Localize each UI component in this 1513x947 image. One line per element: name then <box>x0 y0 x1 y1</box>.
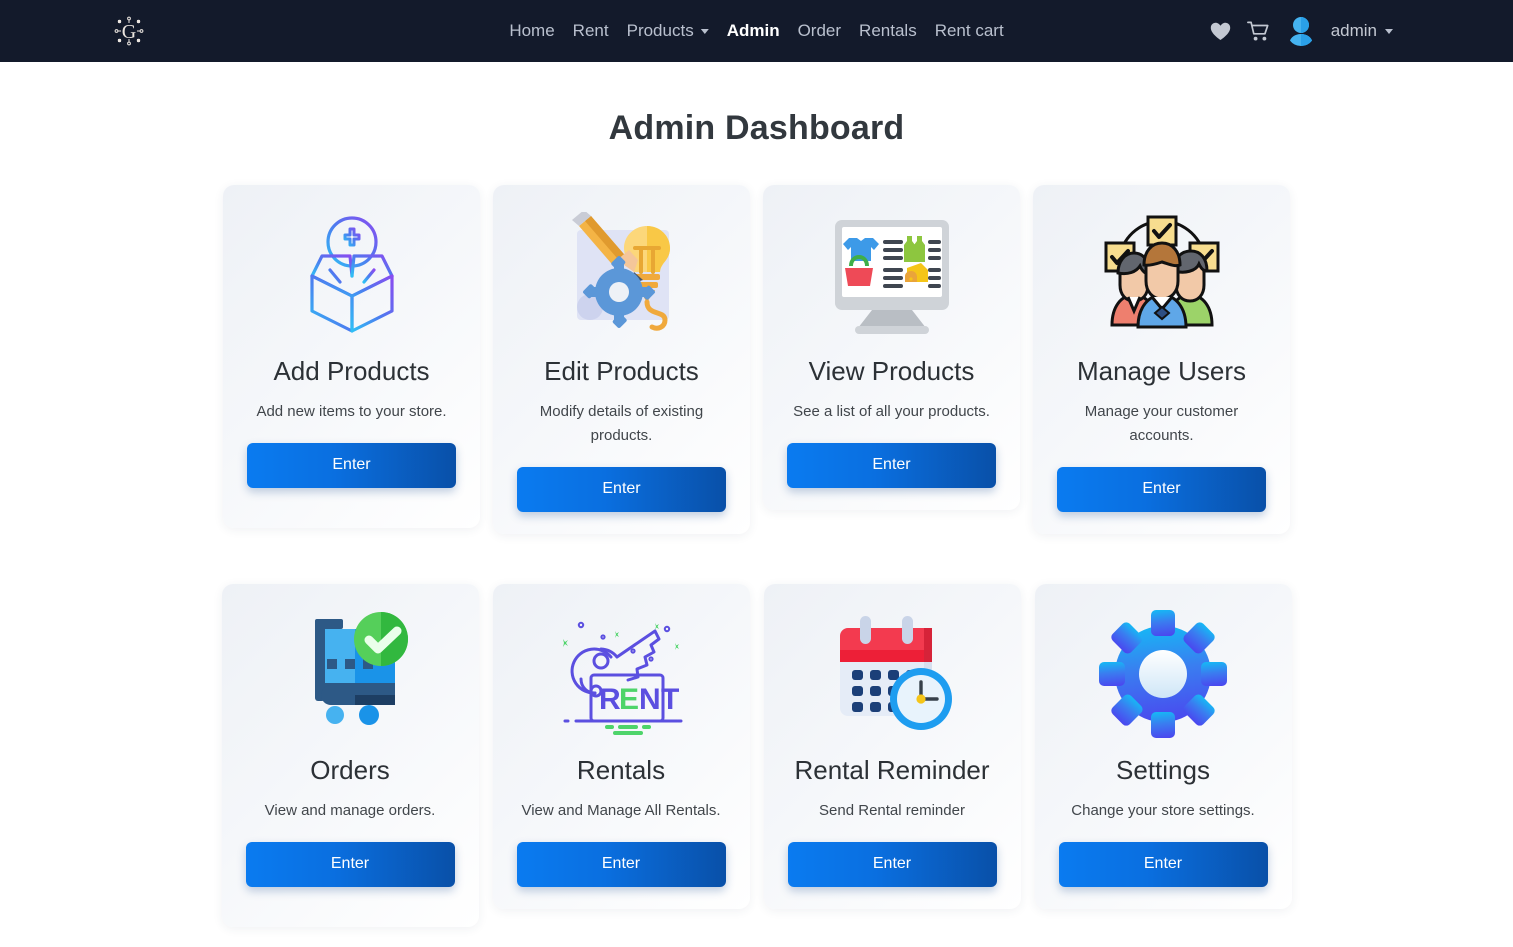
chevron-down-icon <box>700 28 709 34</box>
card-add-products[interactable]: Add Products Add new items to your store… <box>223 185 480 528</box>
card-settings[interactable]: Settings Change your store settings. Ent… <box>1034 583 1292 909</box>
user-name-label: admin <box>1330 21 1377 40</box>
svg-text:T: T <box>661 683 679 716</box>
card-orders[interactable]: Orders View and manage orders. Enter <box>221 583 479 927</box>
brand-logo[interactable]: G <box>111 13 147 49</box>
nav-label: Products <box>626 21 694 40</box>
avatar[interactable]: admin <box>1287 16 1393 46</box>
users-group-checkboxes-icon <box>1098 205 1226 345</box>
navbar-actions: admin <box>1210 16 1487 46</box>
card-description: View and manage orders. <box>264 801 436 819</box>
card-manage-users[interactable]: Manage Users Manage your customer accoun… <box>1033 185 1290 534</box>
key-rent-icon: R N T E <box>555 604 687 744</box>
nav-label: Rent cart <box>934 21 1004 40</box>
dashboard-row-2: Orders View and manage orders. Enter R N… <box>0 583 1513 927</box>
nav-label: Rent <box>572 21 609 40</box>
card-description: Change your store settings. <box>1071 801 1255 819</box>
heart-icon[interactable] <box>1210 22 1231 41</box>
enter-button-rental-reminder[interactable]: Enter <box>787 841 997 887</box>
nav-link-order[interactable]: Order <box>789 17 850 45</box>
card-rentals[interactable]: R N T E Rentals View and Manage All Rent… <box>492 583 750 909</box>
card-title: View Products <box>808 356 975 386</box>
shopping-cart-check-icon <box>285 604 415 744</box>
calendar-clock-icon <box>826 604 958 744</box>
enter-button-manage-users[interactable]: Enter <box>1057 466 1266 512</box>
dashboard-row-1: Add Products Add new items to your store… <box>0 185 1513 534</box>
card-title: Settings <box>1116 754 1210 785</box>
enter-button-view-products[interactable]: Enter <box>787 442 996 488</box>
user-avatar-icon <box>1289 17 1312 46</box>
svg-text:G: G <box>122 21 136 43</box>
nav-link-rent-cart[interactable]: Rent cart <box>926 17 1013 45</box>
enter-button-rentals[interactable]: Enter <box>516 841 726 887</box>
card-view-products[interactable]: View Products See a list of all your pro… <box>763 185 1020 510</box>
card-description: Add new items to your store. <box>256 403 447 421</box>
shopping-cart-icon[interactable] <box>1246 21 1271 42</box>
svg-text:E: E <box>619 683 639 716</box>
card-title: Manage Users <box>1076 356 1247 386</box>
card-description: Modify details of existing products. <box>539 403 704 444</box>
nav-link-rentals[interactable]: Rentals <box>850 17 926 45</box>
main-nav: Home Rent Products Admin Order Rentals R… <box>500 17 1012 45</box>
nav-link-rent[interactable]: Rent <box>564 17 618 45</box>
card-description: See a list of all your products. <box>793 403 990 421</box>
card-description: Send Rental reminder <box>819 801 965 819</box>
svg-text:N: N <box>639 683 661 716</box>
card-description: View and Manage All Rentals. <box>521 801 721 819</box>
nav-link-admin[interactable]: Admin <box>718 17 789 45</box>
card-title: Add Products <box>273 356 430 386</box>
dashboard-page: Admin Dashboard Add Products Add new ite… <box>0 62 1513 927</box>
nav-label: Rentals <box>859 21 917 40</box>
card-rental-reminder[interactable]: Rental Reminder Send Rental reminder Ent… <box>763 583 1021 909</box>
top-navbar: G Home Rent Products Admin Order Rentals… <box>0 0 1513 62</box>
card-title: Edit Products <box>544 356 699 386</box>
page-title: Admin Dashboard <box>608 109 905 147</box>
card-edit-products[interactable]: Edit Products Modify details of existing… <box>493 185 750 534</box>
enter-button-edit-products[interactable]: Enter <box>517 466 726 512</box>
dashboard-grid: Add Products Add new items to your store… <box>0 185 1513 927</box>
card-title: Rental Reminder <box>794 754 990 785</box>
card-title: Rentals <box>576 754 666 785</box>
card-title: Orders <box>310 754 390 785</box>
gear-icon <box>1099 604 1227 744</box>
enter-button-orders[interactable]: Enter <box>245 841 455 887</box>
nav-link-home[interactable]: Home <box>500 17 563 45</box>
nav-label: Order <box>797 21 842 40</box>
monitor-product-list-icon <box>827 205 957 345</box>
card-description: Manage your customer accounts. <box>1084 403 1239 444</box>
nav-label: Admin <box>726 21 780 40</box>
open-box-with-plus-icon <box>292 205 412 345</box>
nav-link-products[interactable]: Products <box>618 17 718 45</box>
pencil-lightbulb-gear-icon <box>557 205 687 345</box>
chevron-down-icon <box>1385 28 1393 34</box>
svg-text:R: R <box>599 683 621 716</box>
enter-button-settings[interactable]: Enter <box>1058 841 1268 887</box>
user-menu[interactable]: admin <box>1331 21 1393 41</box>
g-logo-icon: G <box>112 14 146 48</box>
nav-label: Home <box>509 21 555 40</box>
enter-button-add-products[interactable]: Enter <box>247 442 456 488</box>
